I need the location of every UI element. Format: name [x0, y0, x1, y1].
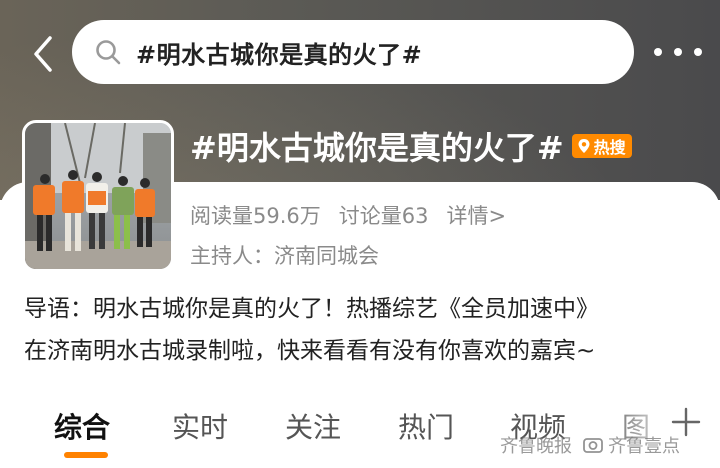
location-pin-icon — [576, 138, 592, 154]
watermark-text-2: 齐鲁壹点 — [608, 436, 680, 457]
tab-hot[interactable]: 热门 — [398, 406, 454, 446]
search-icon — [94, 38, 122, 66]
camera-icon — [582, 434, 604, 456]
tab-following[interactable]: 关注 — [285, 406, 341, 446]
more-options-button[interactable] — [654, 40, 702, 64]
topic-thumbnail[interactable] — [22, 120, 174, 272]
topic-stats: 阅读量59.6万 讨论量63 详情> — [190, 200, 506, 230]
tab-realtime[interactable]: 实时 — [172, 406, 228, 446]
active-tab-indicator — [64, 452, 108, 458]
topic-intro: 导语：明水古城你是真的火了！热播综艺《全员加速中》 在济南明水古城录制啦，快来看… — [24, 288, 700, 372]
more-dots-icon — [654, 48, 662, 56]
topic-title: #明水古城你是真的火了# — [190, 129, 564, 167]
hot-badge-label: 热搜 — [593, 138, 626, 157]
intro-line-2: 在济南明水古城录制啦，快来看看有没有你喜欢的嘉宾~ — [24, 338, 596, 364]
back-button[interactable] — [26, 34, 60, 74]
details-link[interactable]: 详情> — [447, 200, 507, 230]
topic-photo — [25, 123, 171, 269]
watermark-text-1: 齐鲁晚报 — [500, 436, 572, 457]
hot-search-badge: 热搜 — [571, 134, 632, 158]
watermark: 齐鲁晚报 齐鲁壹点 — [500, 432, 680, 458]
search-bar[interactable]: #明水古城你是真的火了# — [72, 20, 634, 84]
tab-comprehensive[interactable]: 综合 — [54, 406, 110, 446]
topic-host[interactable]: 主持人：济南同城会 — [190, 240, 379, 270]
topic-title-row: #明水古城你是真的火了# 热搜 — [190, 124, 632, 168]
back-arrow-icon — [34, 36, 52, 72]
intro-line-1: 导语：明水古城你是真的火了！热播综艺《全员加速中》 — [24, 296, 599, 322]
search-query[interactable]: #明水古城你是真的火了# — [136, 35, 422, 70]
discussion-count: 讨论量63 — [338, 204, 429, 228]
read-count: 阅读量59.6万 — [190, 204, 321, 228]
